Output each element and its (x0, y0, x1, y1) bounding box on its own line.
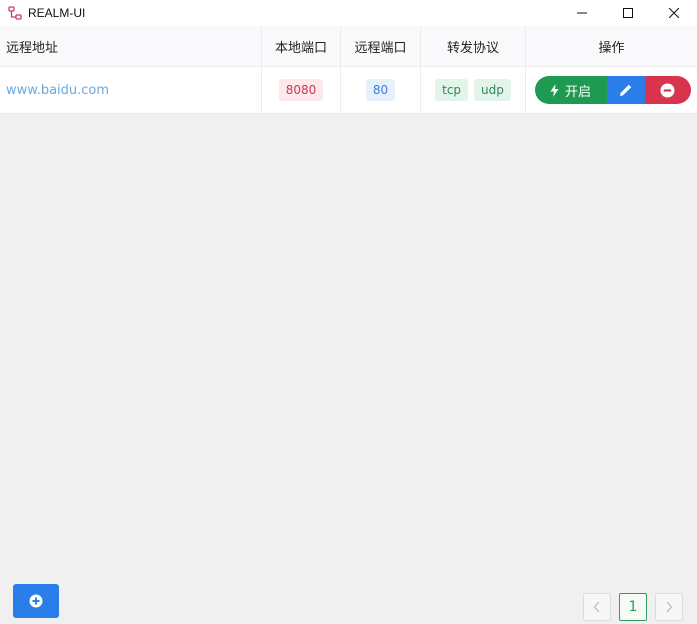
remote-port-badge: 80 (365, 79, 396, 101)
table-header: 远程地址 本地端口 远程端口 转发协议 操作 (0, 26, 697, 67)
title-bar: REALM-UI (0, 0, 697, 26)
maximize-button[interactable] (605, 0, 651, 26)
forward-rules-table: 远程地址 本地端口 远程端口 转发协议 操作 www.baidu.com 808… (0, 26, 697, 114)
pagination: 1 (583, 593, 683, 621)
protocol-cell: tcp udp (421, 67, 526, 113)
maximize-icon (623, 8, 633, 18)
minimize-button[interactable] (559, 0, 605, 26)
local-port-cell: 8080 (262, 67, 341, 113)
start-button-label: 开启 (564, 84, 591, 100)
table-row: www.baidu.com 8080 80 tcp udp 开启 (0, 67, 697, 114)
page-number-button[interactable]: 1 (619, 593, 647, 621)
close-icon (669, 8, 679, 18)
actions-cell: 开启 (526, 67, 697, 113)
bolt-icon (550, 83, 559, 97)
minus-circle-icon (660, 83, 675, 97)
header-local-port: 本地端口 (262, 26, 341, 66)
remote-port-cell: 80 (341, 67, 421, 113)
chevron-right-icon (666, 601, 673, 613)
protocol-badge-tcp: tcp (435, 79, 469, 101)
prev-page-button[interactable] (583, 593, 611, 621)
pencil-icon (619, 84, 631, 96)
header-protocol: 转发协议 (421, 26, 526, 66)
app-logo-icon (7, 5, 23, 21)
window-title: REALM-UI (28, 6, 86, 20)
delete-button[interactable] (644, 76, 691, 104)
local-port-badge: 8080 (278, 79, 324, 101)
row-action-group: 开启 (534, 76, 691, 104)
header-remote-address: 远程地址 (0, 26, 262, 66)
protocol-badge-udp: udp (474, 79, 511, 101)
start-button[interactable]: 开启 (534, 76, 607, 104)
close-button[interactable] (651, 0, 697, 26)
next-page-button[interactable] (655, 593, 683, 621)
minimize-icon (577, 12, 587, 14)
edit-button[interactable] (606, 76, 645, 104)
window-controls (559, 0, 697, 26)
plus-circle-icon (29, 594, 43, 608)
add-rule-button[interactable] (13, 584, 59, 618)
remote-address-cell: www.baidu.com (0, 67, 262, 113)
header-remote-port: 远程端口 (341, 26, 421, 66)
remote-address-link[interactable]: www.baidu.com (6, 83, 109, 98)
header-actions: 操作 (598, 40, 625, 56)
chevron-left-icon (593, 601, 600, 613)
